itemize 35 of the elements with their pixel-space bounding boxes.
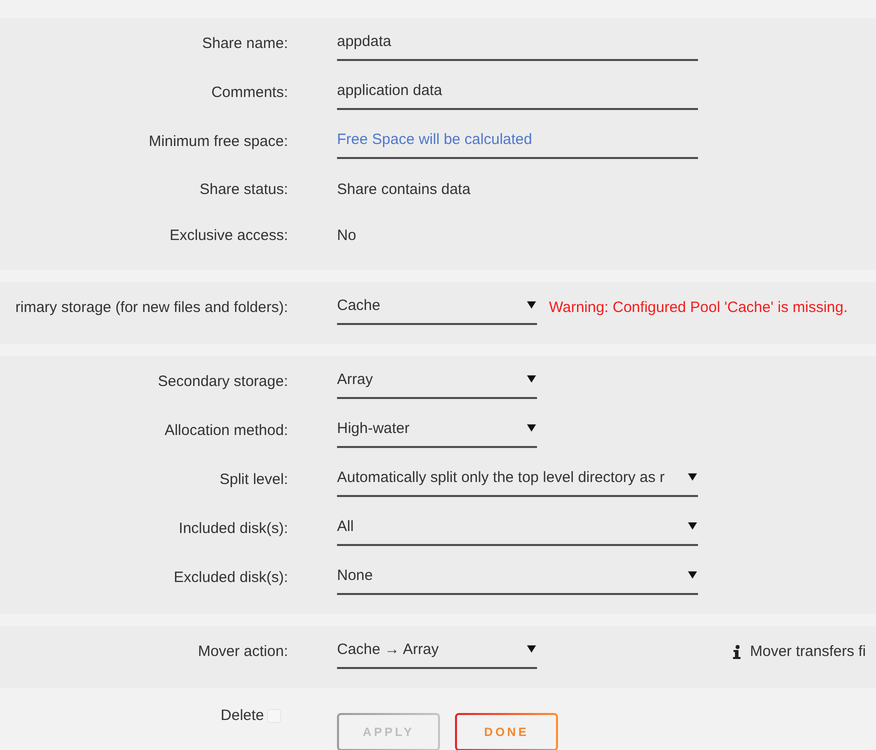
field-label: rimary storage (for new files and folders): — [14, 299, 288, 316]
caret-icon — [527, 375, 536, 383]
info-text: Mover transfers fi — [750, 643, 866, 660]
field-label: Share status: — [198, 180, 288, 198]
caret-icon — [527, 301, 536, 309]
field-label: Split level: — [218, 471, 288, 488]
caret-icon — [527, 424, 536, 432]
dropdown[interactable]: Cache → Array — [337, 634, 537, 668]
warning-text: Warning: Configured Pool 'Cache' is missing. — [549, 299, 848, 316]
dropdown[interactable]: All — [337, 512, 698, 546]
dropdown[interactable]: None — [337, 560, 698, 594]
dropdown[interactable]: Array — [337, 364, 537, 398]
field-label: Secondary storage: — [156, 373, 288, 390]
dropdown[interactable]: Cache — [337, 290, 537, 324]
text-field[interactable]: application data — [337, 76, 698, 110]
checkbox-label: Delete — [220, 707, 264, 724]
field-label: Exclusive access: — [168, 226, 288, 244]
caret-icon — [688, 473, 697, 481]
dropdown[interactable]: Automatically split only the top level directory as r — [337, 462, 698, 496]
field-label: Allocation method: — [164, 422, 288, 439]
field-label: Mover action: — [196, 643, 288, 660]
caret-icon — [688, 522, 697, 530]
value-text: Share contains data — [337, 180, 470, 198]
field-label: Share name: — [201, 35, 288, 52]
field-label: Excluded disk(s): — [172, 569, 288, 586]
caret-icon — [527, 645, 536, 653]
field-label: Included disk(s): — [178, 520, 288, 537]
field-label: Comments: — [210, 84, 288, 101]
text-field[interactable]: appdata — [337, 26, 698, 60]
text-field[interactable]: Free Space will be calculated — [337, 124, 698, 158]
value-text: No — [337, 226, 356, 244]
field-label: Minimum free space: — [148, 133, 288, 150]
info-icon — [733, 644, 741, 658]
dropdown[interactable]: High-water — [337, 414, 537, 448]
caret-icon — [688, 571, 697, 579]
